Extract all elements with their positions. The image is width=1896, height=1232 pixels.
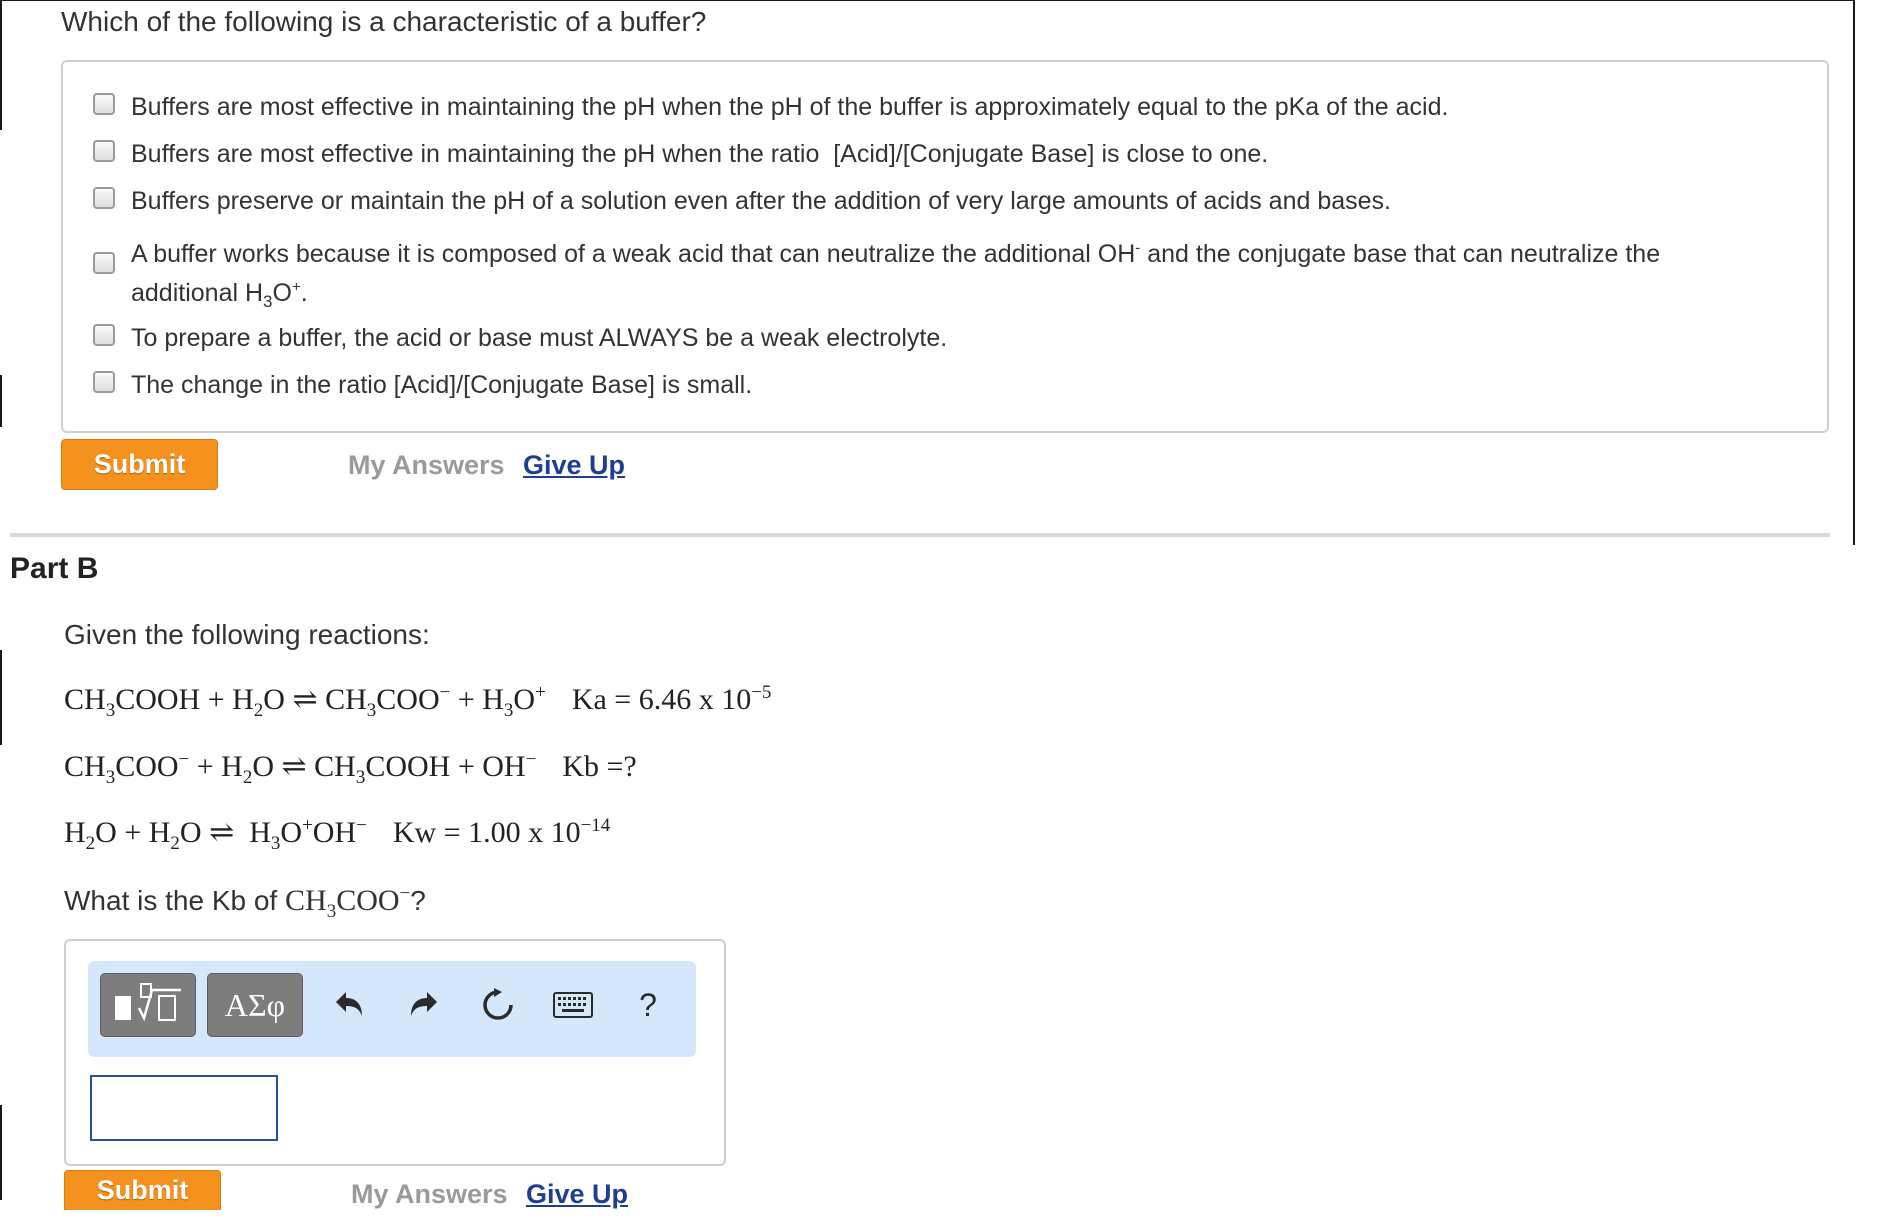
frame-line-top xyxy=(0,0,1855,1)
part-a-submit-button[interactable]: Submit xyxy=(61,439,218,490)
math-toolbar: ΑΣφ ? xyxy=(88,961,696,1057)
option-5-label[interactable]: To prepare a buffer, the acid or base mu… xyxy=(131,319,947,358)
frame-line-left-1 xyxy=(0,0,2,130)
greek-symbols-button[interactable]: ΑΣφ xyxy=(207,973,303,1037)
undo-icon[interactable] xyxy=(329,983,369,1027)
part-b-intro: Given the following reactions: xyxy=(64,619,430,650)
part-b-my-answers-link[interactable]: My Answers xyxy=(351,1179,508,1210)
option-4-label[interactable]: A buffer works because it is composed of… xyxy=(131,235,1660,313)
section-divider xyxy=(10,533,1830,537)
part-b-submit-button[interactable]: Submit xyxy=(64,1170,221,1210)
frame-line-right xyxy=(1853,0,1855,545)
option-6[interactable]: The change in the ratio [Acid]/[Conjugat… xyxy=(93,366,1787,405)
part-a-question: Which of the following is a characterist… xyxy=(61,6,707,37)
option-4-checkbox[interactable] xyxy=(93,252,115,274)
part-a-give-up-link[interactable]: Give Up xyxy=(523,450,625,481)
part-b-question: What is the Kb of CH3COO−? xyxy=(64,883,426,922)
templates-icon xyxy=(111,978,185,1033)
option-3-checkbox[interactable] xyxy=(93,187,115,209)
option-6-label[interactable]: The change in the ratio [Acid]/[Conjugat… xyxy=(131,366,752,405)
answer-area: ΑΣφ ? xyxy=(64,939,726,1166)
redo-icon[interactable] xyxy=(404,983,444,1027)
option-2-checkbox[interactable] xyxy=(93,140,115,162)
options-list: Buffers are most effective in maintainin… xyxy=(61,60,1829,433)
option-3-label[interactable]: Buffers preserve or maintain the pH of a… xyxy=(131,182,1391,221)
option-2-label[interactable]: Buffers are most effective in maintainin… xyxy=(131,135,1268,174)
frame-line-left-3 xyxy=(0,650,2,745)
part-b-title: Part B xyxy=(10,552,99,585)
option-1-label[interactable]: Buffers are most effective in maintainin… xyxy=(131,88,1448,127)
reset-icon[interactable] xyxy=(478,983,518,1027)
frame-line-left-2 xyxy=(0,375,2,427)
equation-3: H2O + H2O ⇌ H3O+OH− Kw = 1.00 x 10−14 xyxy=(64,815,611,854)
equation-2: CH3COO− + H2O ⇌ CH3COOH + OH− Kb =? xyxy=(64,749,637,788)
viewport-bottom-edge xyxy=(0,1210,1896,1232)
frame-line-left-4 xyxy=(0,1105,2,1200)
option-5-checkbox[interactable] xyxy=(93,324,115,346)
answer-input[interactable] xyxy=(90,1075,278,1141)
help-icon[interactable]: ? xyxy=(628,983,668,1027)
option-3[interactable]: Buffers preserve or maintain the pH of a… xyxy=(93,182,1787,221)
equation-1: CH3COOH + H2O ⇌ CH3COO− + H3O+ Ka = 6.46 … xyxy=(64,682,772,721)
option-6-checkbox[interactable] xyxy=(93,371,115,393)
part-a-my-answers-link[interactable]: My Answers xyxy=(348,450,505,481)
templates-button[interactable] xyxy=(100,973,196,1037)
option-5[interactable]: To prepare a buffer, the acid or base mu… xyxy=(93,319,1787,358)
keyboard-icon[interactable] xyxy=(550,983,596,1027)
option-4[interactable]: A buffer works because it is composed of… xyxy=(93,235,1787,313)
option-1-checkbox[interactable] xyxy=(93,93,115,115)
option-1[interactable]: Buffers are most effective in maintainin… xyxy=(93,88,1787,127)
option-2[interactable]: Buffers are most effective in maintainin… xyxy=(93,135,1787,174)
part-b-give-up-link[interactable]: Give Up xyxy=(526,1179,628,1210)
